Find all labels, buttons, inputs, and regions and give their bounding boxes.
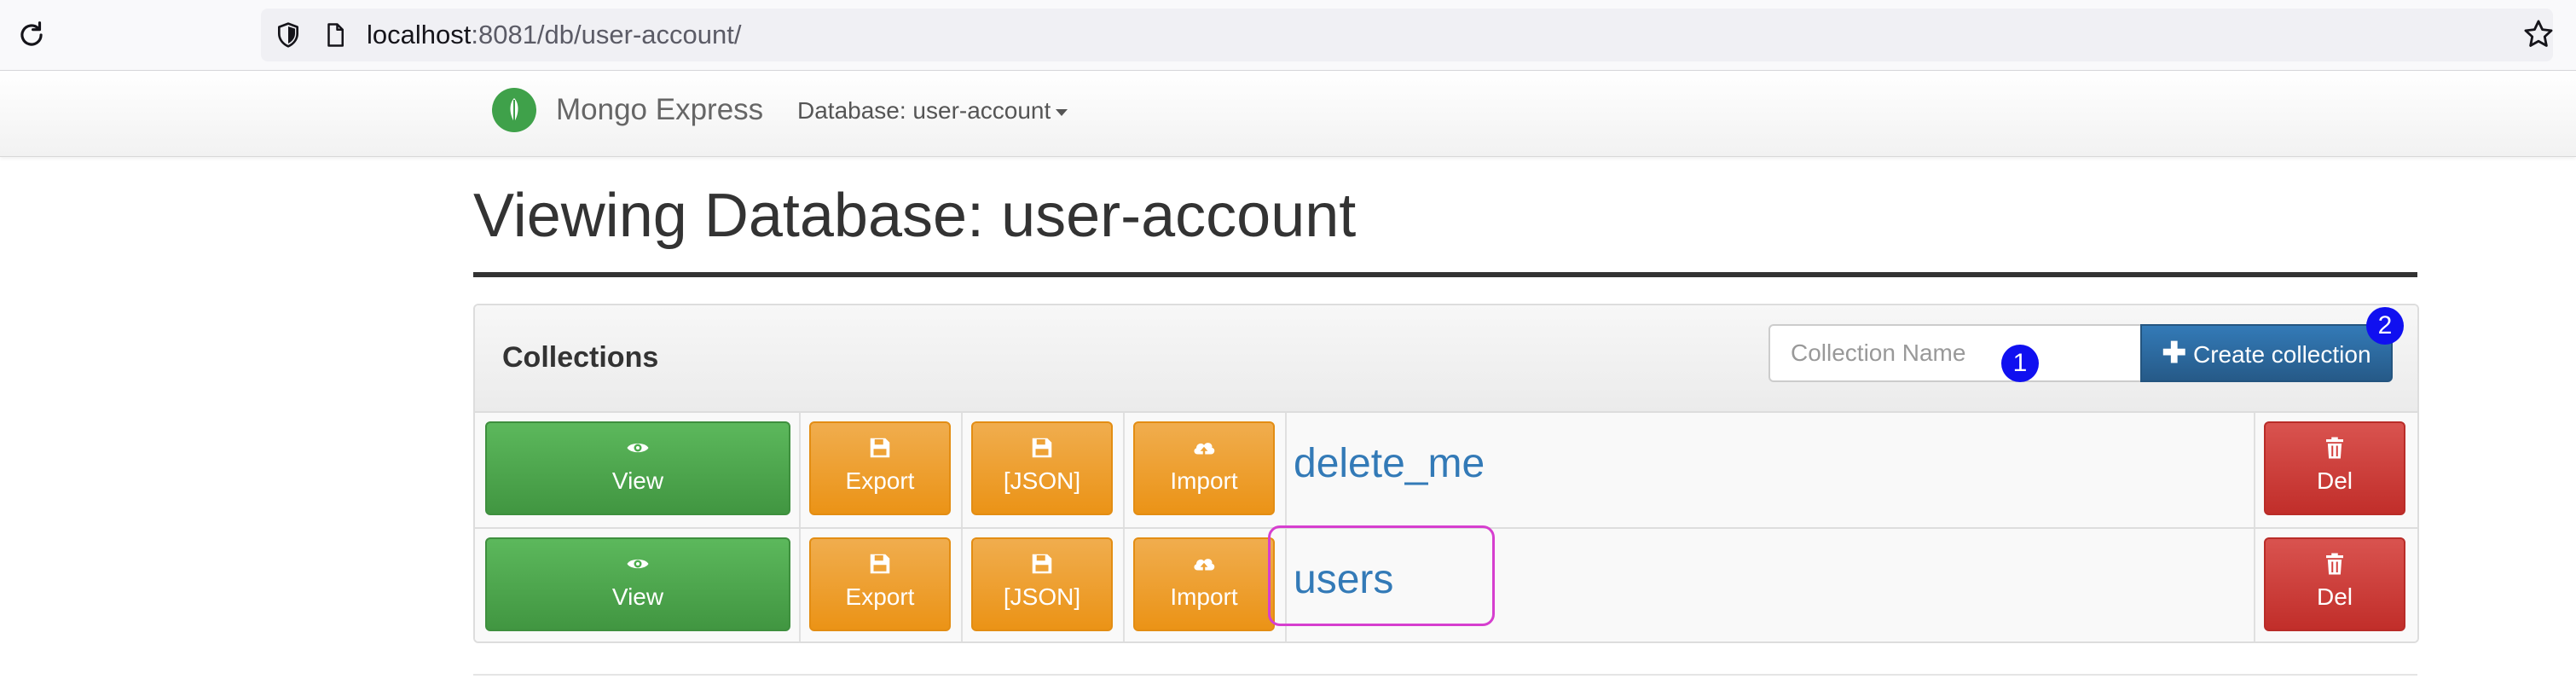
view-button[interactable]: View	[485, 537, 790, 631]
annotation-badge-2: 2	[2366, 307, 2404, 345]
brand-link[interactable]: Mongo Express	[556, 92, 763, 128]
json-label: [JSON]	[1003, 467, 1081, 494]
shield-icon[interactable]	[275, 20, 302, 49]
cell-divider	[1123, 529, 1125, 641]
import-button[interactable]: Import	[1133, 537, 1275, 631]
save-icon	[870, 554, 890, 574]
url-text[interactable]: localhost:8081/db/user-account/	[367, 15, 741, 55]
cell-divider	[2254, 529, 2255, 641]
save-icon	[870, 438, 890, 458]
delete-button[interactable]: Del	[2264, 421, 2405, 515]
plus-icon: ✚	[2162, 337, 2186, 369]
export-label: Export	[845, 583, 915, 610]
panel-heading: Collections ✚Create collection	[475, 305, 2417, 413]
delete-button[interactable]: Del	[2264, 537, 2405, 631]
table-row: View Export [JSON] Import delete_me Del	[475, 413, 2417, 529]
bottom-divider	[473, 674, 2417, 676]
app-navbar	[0, 71, 2576, 157]
database-dropdown-label: Database: user-account	[797, 97, 1051, 124]
annotation-badge-1: 1	[2001, 345, 2039, 382]
eye-icon	[627, 443, 649, 453]
json-label: [JSON]	[1003, 583, 1081, 610]
export-label: Export	[845, 467, 915, 494]
cell-divider	[961, 413, 963, 527]
cell-divider	[1285, 413, 1287, 527]
import-button[interactable]: Import	[1133, 421, 1275, 515]
cell-divider	[799, 413, 801, 527]
json-export-button[interactable]: [JSON]	[971, 421, 1113, 515]
export-button[interactable]: Export	[809, 537, 951, 631]
json-export-button[interactable]: [JSON]	[971, 537, 1113, 631]
page-title: Viewing Database: user-account	[473, 182, 1357, 250]
view-button[interactable]: View	[485, 421, 790, 515]
export-button[interactable]: Export	[809, 421, 951, 515]
delete-label: Del	[2316, 467, 2353, 494]
page-icon[interactable]	[322, 20, 348, 49]
import-label: Import	[1170, 583, 1238, 610]
highlight-box	[1268, 525, 1495, 626]
create-collection-label: Create collection	[2192, 341, 2371, 368]
cell-divider	[1123, 413, 1125, 527]
eye-icon	[627, 559, 649, 569]
collection-name-input[interactable]	[1768, 324, 2151, 382]
create-collection-button[interactable]: ✚ Create collection	[2140, 324, 2393, 382]
trash-icon	[2326, 553, 2343, 575]
cloud-upload-icon	[1194, 559, 1215, 574]
save-icon	[1032, 438, 1052, 458]
title-divider	[473, 272, 2417, 277]
import-label: Import	[1170, 467, 1238, 494]
cloud-upload-icon	[1194, 443, 1215, 458]
url-path: :8081/db/user-account/	[471, 20, 742, 49]
database-dropdown[interactable]: Database: user-account	[797, 96, 1068, 125]
delete-label: Del	[2316, 583, 2353, 610]
reload-icon[interactable]	[15, 19, 48, 51]
save-icon	[1032, 554, 1052, 574]
mongo-leaf-icon[interactable]	[492, 88, 536, 132]
cell-divider	[799, 529, 801, 641]
view-label: View	[611, 583, 664, 610]
panel-title: Collections	[502, 341, 659, 374]
cell-divider	[2254, 413, 2255, 527]
caret-down-icon	[1056, 108, 1068, 116]
cell-divider	[961, 529, 963, 641]
collection-link[interactable]: delete_me	[1294, 438, 1485, 490]
url-host: localhost	[367, 20, 472, 49]
view-label: View	[611, 467, 664, 494]
trash-icon	[2326, 437, 2343, 459]
star-icon[interactable]	[2522, 18, 2555, 50]
